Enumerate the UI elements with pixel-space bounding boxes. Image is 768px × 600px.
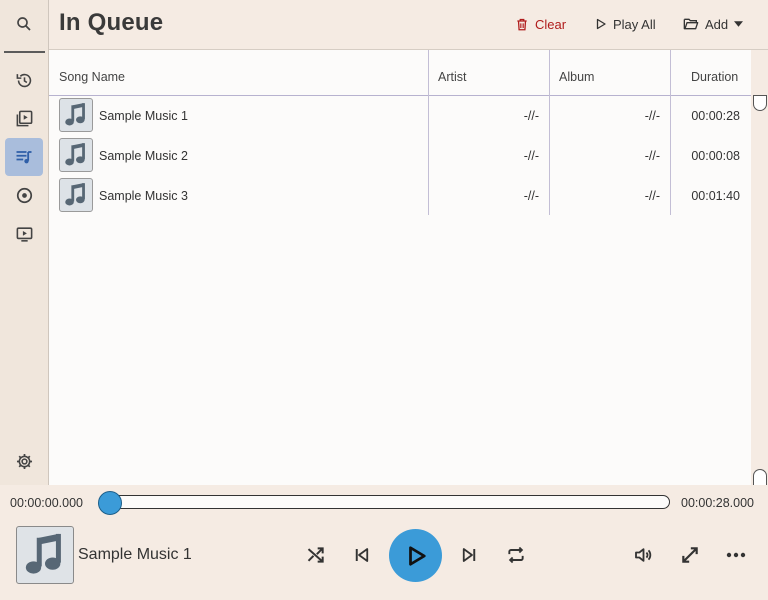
- table-row[interactable]: Sample Music 3 -//- -//- 00:01:40: [49, 176, 751, 216]
- screen-play-icon: [15, 225, 34, 244]
- gear-icon: [15, 452, 34, 471]
- sidebar-item-queue[interactable]: [5, 138, 43, 176]
- table-scrollbar[interactable]: [751, 50, 768, 485]
- volume-button[interactable]: [629, 541, 657, 569]
- music-note-icon: [63, 141, 89, 169]
- music-note-icon: [63, 181, 89, 209]
- skip-previous-icon: [353, 546, 371, 564]
- total-time: 00:00:28.000: [681, 496, 754, 510]
- add-label: Add: [705, 16, 729, 32]
- column-album[interactable]: Album: [559, 50, 594, 95]
- sidebar-item-settings[interactable]: [5, 442, 43, 480]
- now-playing-artwork: [16, 526, 74, 584]
- disc-icon: [15, 186, 34, 205]
- table-header: Song Name Artist Album Duration: [49, 50, 751, 96]
- expand-icon: [680, 545, 700, 565]
- page-title: In Queue: [59, 9, 164, 36]
- scrollbar-bottom-cap[interactable]: [753, 469, 767, 485]
- clear-label: Clear: [535, 16, 567, 32]
- queue-music-icon: [14, 147, 34, 167]
- sidebar: [0, 0, 49, 485]
- music-note-icon: [22, 530, 68, 580]
- fullscreen-button[interactable]: [676, 541, 704, 569]
- skip-next-icon: [460, 546, 478, 564]
- artist-cell: -//-: [523, 109, 539, 123]
- search-icon: [15, 15, 33, 33]
- repeat-button[interactable]: [502, 541, 530, 569]
- scrollbar-top-cap[interactable]: [753, 95, 767, 111]
- folder-open-icon: [683, 17, 699, 31]
- play-icon: [405, 544, 427, 568]
- history-icon: [15, 71, 34, 90]
- previous-button[interactable]: [348, 541, 376, 569]
- caret-down-icon: [734, 21, 744, 27]
- seek-handle[interactable]: [98, 491, 122, 515]
- now-playing-title: Sample Music 1: [78, 546, 192, 563]
- artist-cell: -//-: [523, 189, 539, 203]
- album-cell: -//-: [644, 149, 660, 163]
- album-cell: -//-: [644, 109, 660, 123]
- trash-icon: [515, 17, 529, 32]
- table-row[interactable]: Sample Music 2 -//- -//- 00:00:08: [49, 136, 751, 176]
- queue-table: Song Name Artist Album Duration Sample M…: [49, 50, 751, 485]
- column-artist[interactable]: Artist: [438, 50, 466, 95]
- more-options-button[interactable]: [722, 541, 750, 569]
- repeat-icon: [506, 545, 526, 565]
- shuffle-button[interactable]: [302, 541, 330, 569]
- video-library-icon: [15, 109, 34, 128]
- shuffle-icon: [306, 545, 326, 565]
- sidebar-item-history[interactable]: [5, 61, 43, 99]
- album-cell: -//-: [644, 189, 660, 203]
- song-name: Sample Music 1: [99, 109, 188, 123]
- search-button[interactable]: [5, 5, 43, 43]
- clear-button[interactable]: Clear: [515, 14, 566, 34]
- duration-cell: 00:00:28: [691, 109, 740, 123]
- play-all-label: Play All: [613, 16, 656, 32]
- volume-icon: [633, 545, 654, 565]
- sidebar-item-now-playing[interactable]: [5, 215, 43, 253]
- column-duration[interactable]: Duration: [691, 50, 738, 95]
- artist-cell: -//-: [523, 149, 539, 163]
- page-header: In Queue Clear Play All Add: [49, 0, 768, 50]
- song-thumbnail: [59, 178, 93, 212]
- sidebar-item-videos[interactable]: [5, 99, 43, 137]
- seek-bar[interactable]: [99, 495, 670, 509]
- table-row[interactable]: Sample Music 1 -//- -//- 00:00:28: [49, 96, 751, 136]
- duration-cell: 00:00:08: [691, 149, 740, 163]
- sidebar-item-albums[interactable]: [5, 176, 43, 214]
- song-name: Sample Music 2: [99, 149, 188, 163]
- music-note-icon: [63, 101, 89, 129]
- song-thumbnail: [59, 98, 93, 132]
- play-outline-icon: [595, 17, 607, 31]
- add-button[interactable]: Add: [683, 14, 744, 34]
- sidebar-divider: [4, 51, 45, 53]
- current-time: 00:00:00.000: [10, 496, 83, 510]
- play-all-button[interactable]: Play All: [595, 14, 656, 34]
- column-song-name[interactable]: Song Name: [59, 50, 125, 95]
- song-thumbnail: [59, 138, 93, 172]
- more-horizontal-icon: [726, 552, 746, 558]
- next-button[interactable]: [455, 541, 483, 569]
- duration-cell: 00:01:40: [691, 189, 740, 203]
- song-name: Sample Music 3: [99, 189, 188, 203]
- play-button[interactable]: [389, 529, 442, 582]
